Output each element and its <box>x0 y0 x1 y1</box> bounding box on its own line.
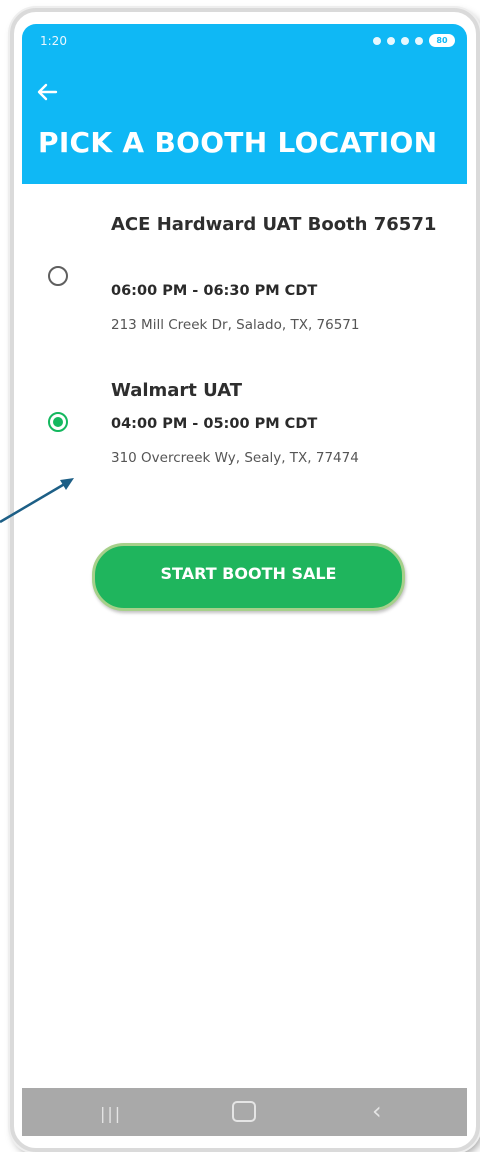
recent-apps-icon[interactable]: ||| <box>100 1104 122 1123</box>
back-arrow-icon[interactable] <box>36 80 66 110</box>
pointer-arrow-icon <box>0 478 74 524</box>
battery-icon: 80 <box>429 34 455 47</box>
back-chevron-icon[interactable]: ‹ <box>372 1097 382 1125</box>
booth-name: ACE Hardward UAT Booth 76571 <box>111 214 437 235</box>
radio-button-walmart[interactable] <box>48 412 68 432</box>
status-time: 1:20 <box>40 34 67 48</box>
home-icon[interactable] <box>232 1101 256 1122</box>
location-icon <box>387 36 395 45</box>
system-nav-bar: ||| ‹ <box>22 1088 467 1136</box>
app-screen: 1:20 80 PICK A BOOTH LOCATION ACE Hardwa… <box>22 24 467 1136</box>
wifi-icon <box>401 36 409 45</box>
booth-name: Walmart UAT <box>111 380 243 401</box>
app-bar: 1:20 80 PICK A BOOTH LOCATION <box>22 24 467 184</box>
booth-time: 06:00 PM - 06:30 PM CDT <box>111 283 318 299</box>
page-title: PICK A BOOTH LOCATION <box>38 126 438 159</box>
booth-address: 310 Overcreek Wy, Sealy, TX, 77474 <box>111 450 359 466</box>
signal-icon <box>415 36 423 45</box>
booth-address: 213 Mill Creek Dr, Salado, TX, 76571 <box>111 317 360 333</box>
start-booth-sale-button[interactable]: START BOOTH SALE <box>92 543 405 611</box>
phone-frame: 1:20 80 PICK A BOOTH LOCATION ACE Hardwa… <box>10 8 480 1152</box>
notification-icon <box>373 36 381 45</box>
status-icons: 80 <box>373 34 455 47</box>
booth-time: 04:00 PM - 05:00 PM CDT <box>111 416 318 432</box>
radio-button-ace[interactable] <box>48 266 68 286</box>
